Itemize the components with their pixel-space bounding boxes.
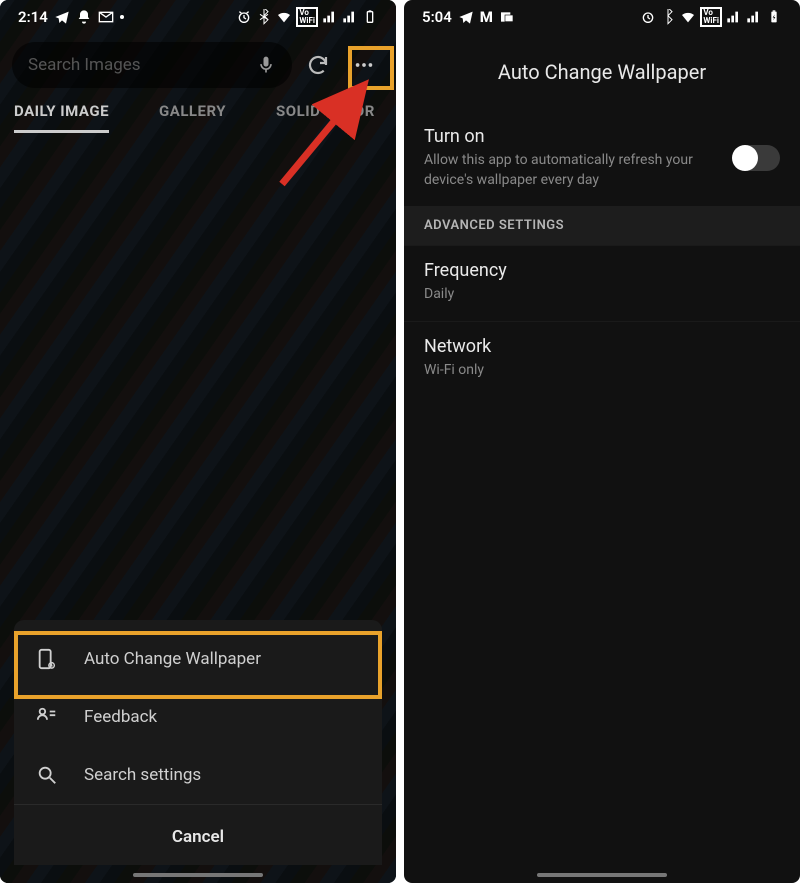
status-bar: 5:04 M VoWiFi [404, 0, 800, 34]
tab-solid-color[interactable]: SOLID COLOR [276, 102, 375, 133]
status-dot [120, 15, 124, 19]
gesture-bar [537, 873, 667, 877]
menu-item-search-settings[interactable]: Search settings [14, 746, 382, 804]
setting-title: Frequency [424, 260, 780, 281]
menu-cancel-button[interactable]: Cancel [14, 804, 382, 865]
search-icon [36, 764, 58, 786]
network-badge-icon: VoWiFi [296, 7, 318, 27]
toggle-knob [732, 145, 758, 171]
setting-value: Daily [424, 285, 780, 305]
page-title: Auto Change Wallpaper [404, 34, 800, 112]
card-icon [499, 9, 515, 25]
battery-icon [362, 9, 378, 25]
mail-icon [98, 9, 114, 25]
signal-icon [322, 9, 338, 25]
search-input[interactable]: Search Images [12, 42, 292, 88]
tab-gallery[interactable]: GALLERY [159, 102, 226, 133]
right-screenshot: 5:04 M VoWiFi Auto Change Wallpaper Turn… [404, 0, 800, 883]
tabs-row: DAILY IMAGE GALLERY SOLID COLOR [0, 96, 396, 133]
telegram-icon [458, 9, 474, 25]
more-horizontal-icon [353, 54, 375, 76]
search-placeholder: Search Images [28, 55, 256, 75]
setting-title: Network [424, 336, 780, 357]
wallpaper-icon [36, 648, 58, 670]
status-bar: 2:14 VoWiFi [0, 0, 396, 34]
telegram-icon [54, 9, 70, 25]
wifi-icon [276, 9, 292, 25]
setting-subtitle: Allow this app to automatically refresh … [424, 151, 734, 190]
setting-turn-on[interactable]: Turn on Allow this app to automatically … [404, 112, 800, 206]
overflow-menu-sheet: Auto Change Wallpaper Feedback Search se… [14, 620, 382, 865]
alarm-icon [236, 9, 252, 25]
search-row: Search Images [0, 34, 396, 96]
setting-frequency[interactable]: Frequency Daily [404, 245, 800, 321]
bluetooth-icon [660, 9, 676, 25]
wifi-icon [680, 9, 696, 25]
feedback-icon [36, 706, 58, 728]
signal-icon [726, 9, 742, 25]
setting-network[interactable]: Network Wi-Fi only [404, 321, 800, 397]
menu-item-feedback[interactable]: Feedback [14, 688, 382, 746]
menu-item-label: Auto Change Wallpaper [84, 649, 261, 669]
gesture-bar [133, 873, 263, 877]
status-time: 5:04 [422, 8, 452, 26]
turn-on-toggle[interactable] [734, 145, 780, 171]
refresh-button[interactable] [302, 49, 334, 81]
mic-icon[interactable] [256, 55, 276, 75]
setting-title: Turn on [424, 126, 734, 147]
more-button[interactable] [344, 45, 384, 85]
left-screenshot: 2:14 VoWiFi Search Images [0, 0, 396, 883]
status-time: 2:14 [18, 8, 48, 26]
setting-value: Wi-Fi only [424, 361, 780, 381]
menu-item-auto-change-wallpaper[interactable]: Auto Change Wallpaper [14, 630, 382, 688]
alarm-icon [640, 9, 656, 25]
m-icon: M [480, 8, 493, 26]
menu-item-label: Search settings [84, 765, 201, 785]
network-badge-icon: VoWiFi [700, 7, 722, 27]
signal-icon-2 [342, 9, 358, 25]
signal-icon-2 [746, 9, 762, 25]
battery-charging-icon [766, 9, 782, 25]
bell-icon [76, 9, 92, 25]
section-header-advanced: ADVANCED SETTINGS [404, 206, 800, 245]
tab-daily-image[interactable]: DAILY IMAGE [14, 102, 109, 133]
menu-item-label: Feedback [84, 707, 157, 727]
refresh-icon [306, 53, 330, 77]
bluetooth-icon [256, 9, 272, 25]
